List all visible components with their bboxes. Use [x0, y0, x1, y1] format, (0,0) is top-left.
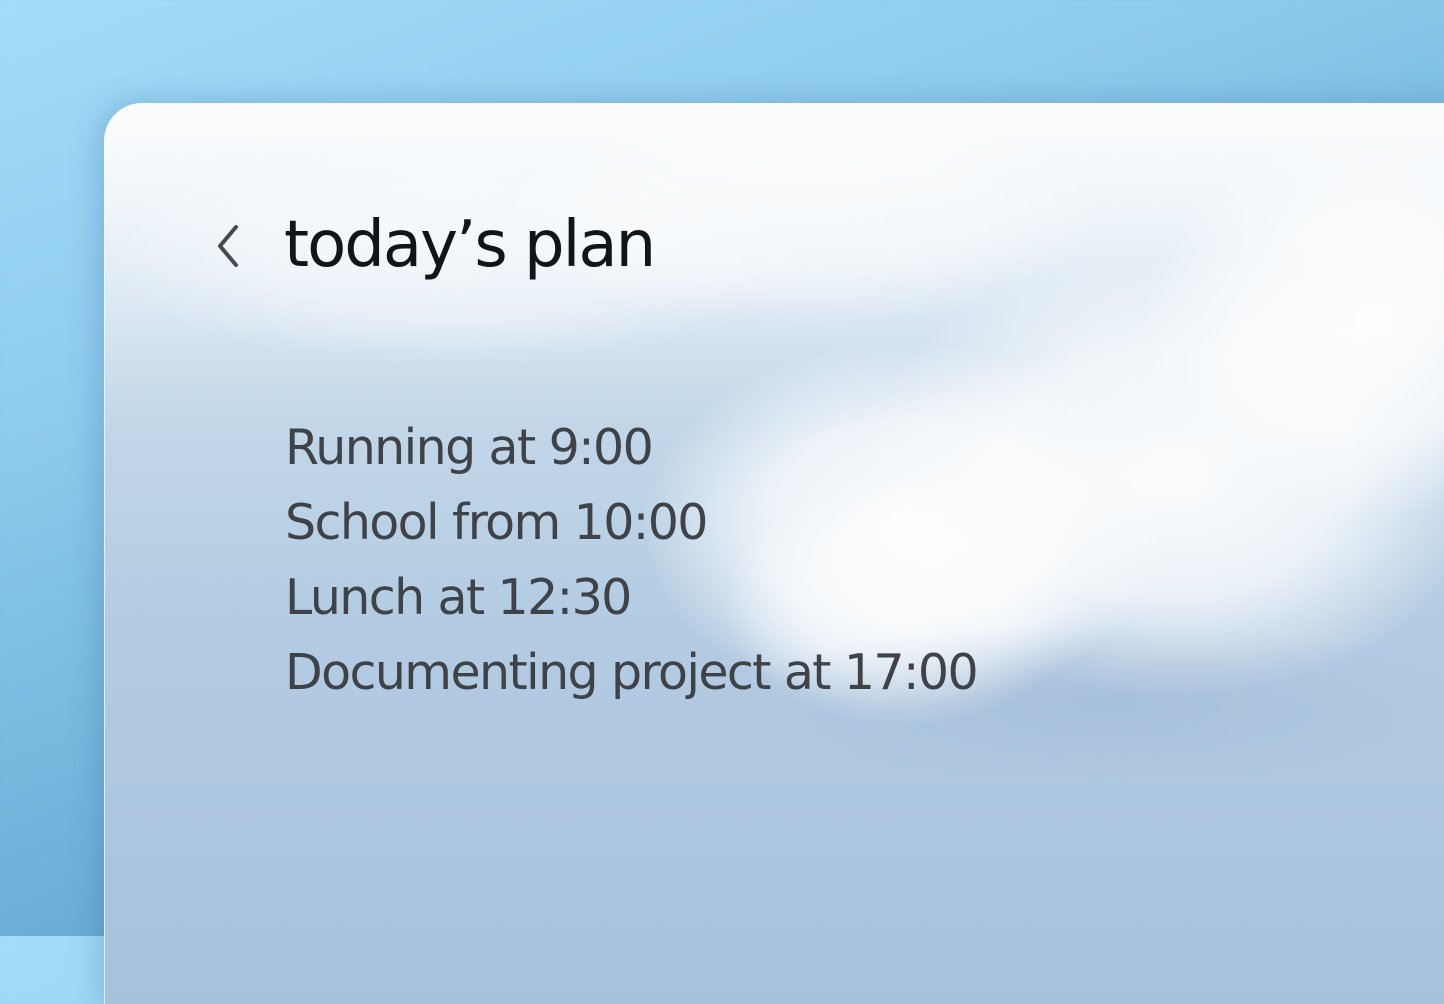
back-button[interactable]	[206, 218, 250, 274]
plan-item-school: School from 10:00	[285, 494, 708, 551]
chevron-left-icon	[218, 225, 238, 267]
plan-item-lunch: Lunch at 12:30	[285, 569, 632, 626]
plan-list: Running at 9:00 School from 10:00 Lunch …	[285, 410, 979, 710]
page-title: today’s plan	[284, 208, 656, 282]
plan-item-documenting: Documenting project at 17:00	[285, 644, 979, 701]
plan-item-running: Running at 9:00	[285, 419, 654, 476]
